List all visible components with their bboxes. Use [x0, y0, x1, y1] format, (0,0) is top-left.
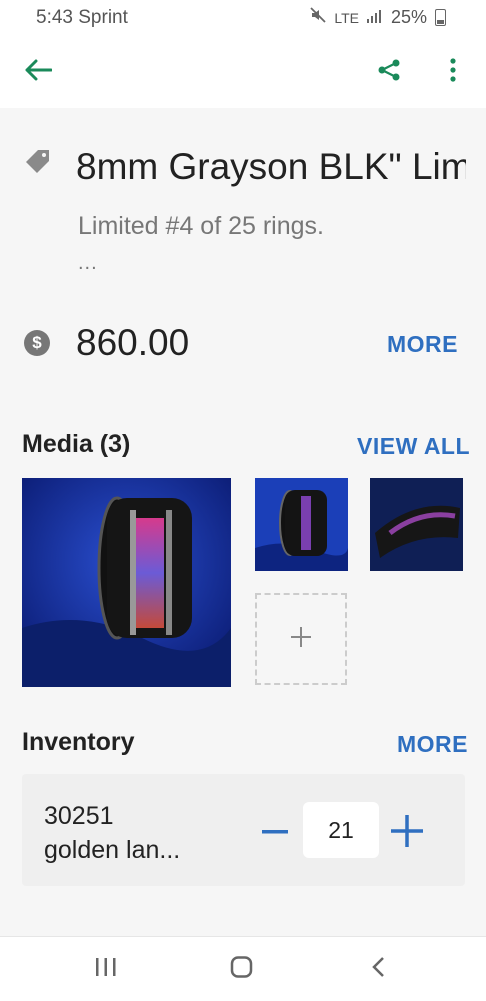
overflow-menu-button[interactable]: [431, 50, 475, 94]
tag-icon: [24, 148, 52, 181]
lte-label: LTE: [334, 9, 359, 26]
home-icon: [230, 955, 254, 983]
media-item-2[interactable]: [255, 478, 348, 571]
back-button[interactable]: [16, 50, 60, 94]
product-description: Limited #4 of 25 rings.: [78, 212, 324, 240]
plus-icon: [390, 815, 424, 852]
signal-icon: [366, 7, 383, 28]
media-item-3[interactable]: [370, 478, 463, 571]
system-nav-bar: [0, 936, 486, 1001]
minus-icon: [262, 821, 288, 839]
battery-icon: [435, 9, 446, 26]
ring-photo-1: [22, 478, 231, 687]
dollar-icon: $: [24, 330, 50, 356]
plus-icon: [290, 626, 312, 653]
quantity-field[interactable]: 21: [303, 802, 379, 858]
ring-photo-3: [370, 478, 463, 571]
recent-apps-button[interactable]: [86, 953, 126, 985]
inventory-more-button[interactable]: MORE: [397, 731, 468, 758]
inventory-section-title: Inventory: [22, 728, 135, 756]
add-media-button[interactable]: [255, 593, 347, 685]
inventory-sku: 30251: [44, 802, 114, 830]
mute-icon: [310, 7, 326, 28]
media-section-title: Media (3): [22, 430, 131, 458]
status-bar: 5:43 Sprint LTE 25%: [0, 0, 486, 36]
chevron-left-icon: [371, 956, 385, 983]
share-button[interactable]: [367, 50, 411, 94]
ring-photo-2: [255, 478, 348, 571]
inventory-item: 30251 golden lan... 21: [22, 774, 465, 886]
media-item-1[interactable]: [22, 478, 231, 687]
increment-button[interactable]: [390, 814, 424, 848]
recents-icon: [95, 957, 117, 982]
inventory-name: golden lan...: [44, 836, 181, 864]
status-time: 5:43 Sprint: [36, 7, 128, 28]
status-icons: LTE 25%: [310, 7, 446, 28]
arrow-left-icon: [24, 59, 53, 86]
more-vertical-icon: [449, 57, 457, 87]
home-button[interactable]: [222, 953, 262, 985]
decrement-button[interactable]: [260, 818, 290, 842]
price-more-button[interactable]: MORE: [387, 331, 458, 358]
media-view-all-button[interactable]: VIEW ALL: [357, 433, 470, 460]
product-title: 8mm Grayson BLK" Limited: [76, 146, 466, 187]
battery-percent: 25%: [390, 7, 427, 27]
back-nav-button[interactable]: [358, 953, 398, 985]
top-app-bar: [0, 36, 486, 108]
product-price: 860.00: [76, 322, 190, 363]
share-icon: [377, 58, 401, 87]
description-ellipsis[interactable]: ...: [78, 252, 98, 275]
